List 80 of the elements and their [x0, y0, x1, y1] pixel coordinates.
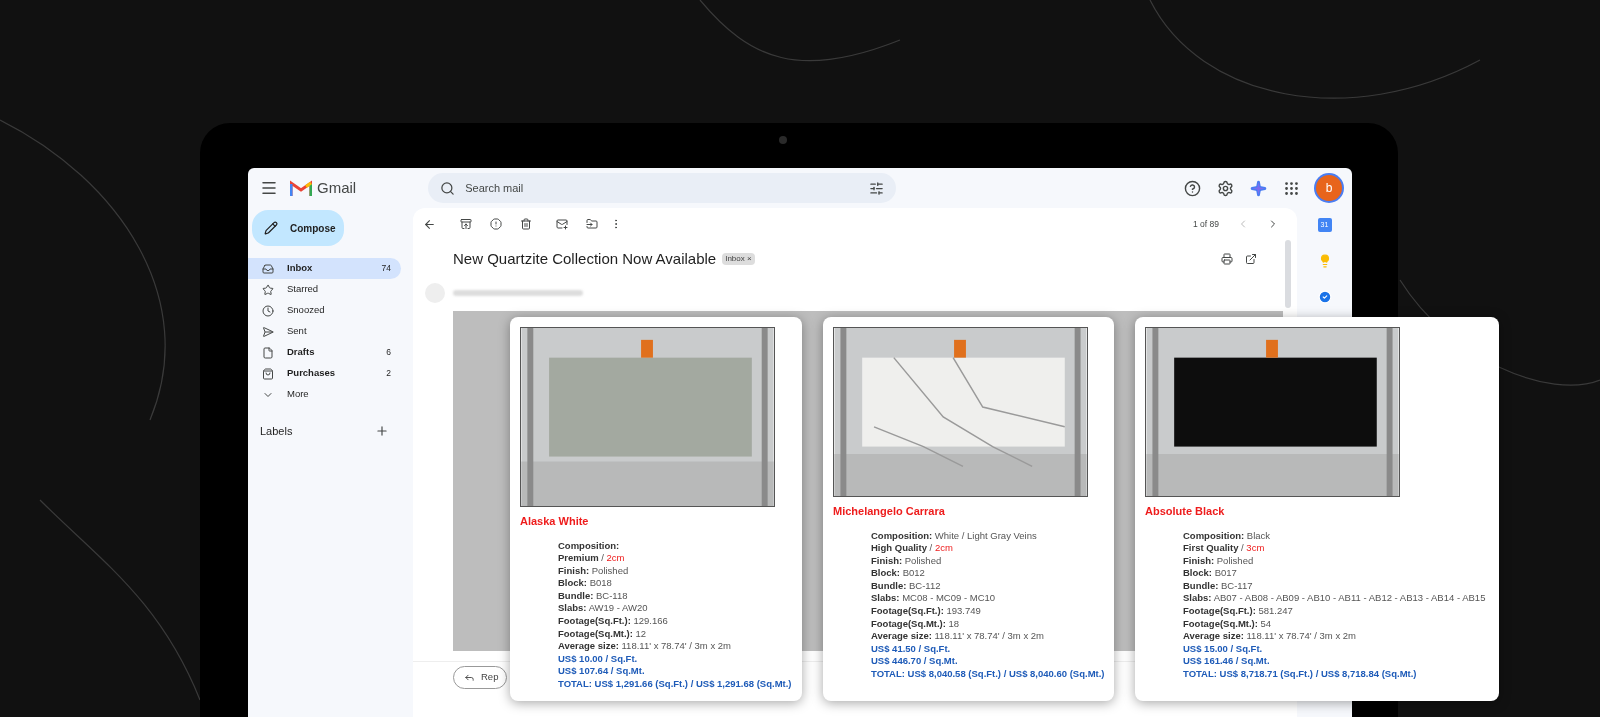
detail-line: Block: B017 [1183, 567, 1238, 580]
product-name: Absolute Black [1145, 504, 1226, 519]
send-icon [262, 325, 274, 338]
inbox-chip[interactable]: Inbox × [722, 253, 755, 266]
apps-icon[interactable] [1283, 179, 1300, 197]
price-line: US$ 107.64 / Sq.Mt. [558, 665, 646, 679]
grade-line: High Quality / 2cm [871, 542, 954, 555]
detail-line: Composition: Black [1183, 529, 1272, 543]
detail-line: Slabs: AW19 - AW20 [558, 602, 649, 616]
print-icon[interactable] [1221, 253, 1233, 266]
folder-item[interactable]: Purchases 2 [248, 363, 401, 384]
star-icon [262, 283, 274, 296]
bag-icon [262, 367, 274, 380]
detail-line: Footage(Sq.Mt.): 18 [871, 617, 961, 631]
trash-icon[interactable] [520, 218, 532, 230]
alert-icon[interactable] [490, 218, 502, 230]
folder-item[interactable]: Inbox 74 [248, 258, 401, 279]
search-icon [440, 180, 456, 196]
price-line: TOTAL: US$ 8,040.58 (Sq.Ft.) / US$ 8,040.60 (Sq.Mt.) [871, 668, 1104, 681]
product-name: Alaska White [520, 514, 590, 529]
detail-line: Footage(Sq.Ft.): 129.166 [558, 615, 669, 628]
detail-line: Finish: Polished [871, 554, 943, 568]
price-line: TOTAL: US$ 1,291.66 (Sq.Ft.) / US$ 1,291.68 (Sq.Mt.) [558, 678, 792, 691]
price-line: US$ 161.46 / Sq.Mt. [1183, 655, 1271, 669]
open-external-icon[interactable] [1245, 253, 1257, 266]
price-line: US$ 15.00 / Sq.Ft. [1183, 642, 1264, 656]
detail-line: Footage(Sq.Ft.): 193.749 [871, 605, 982, 618]
detail-line: Footage(Sq.Ft.): 581.247 [1183, 605, 1294, 618]
folder-item[interactable]: Drafts 6 [248, 342, 401, 363]
pencil-icon [264, 221, 278, 235]
clock-icon [262, 304, 274, 317]
folder-item[interactable]: Snoozed [248, 300, 401, 321]
detail-line: Slabs: AB07 - AB08 - AB09 - AB10 - AB11 - AB12 - AB13 - AB14 - AB15 [1183, 592, 1487, 606]
detail-line: Average size: 118.11' x 78.74' / 3m x 2m [558, 640, 732, 653]
inbox-icon [262, 262, 274, 275]
compose-button[interactable]: Compose [252, 210, 344, 246]
folder-item[interactable]: Starred [248, 279, 401, 300]
product-name: Michelangelo Carrara [833, 504, 946, 519]
file-icon [262, 346, 274, 359]
price-line: US$ 41.50 / Sq.Ft. [871, 642, 952, 656]
detail-line: Block: B018 [558, 577, 613, 590]
detail-line: Composition: [558, 539, 621, 553]
search-input[interactable]: Search mail [465, 179, 870, 197]
detail-line: Footage(Sq.Mt.): 12 [558, 627, 648, 641]
detail-line: Composition: White / Light Gray Veins [871, 529, 1038, 543]
help-icon[interactable] [1184, 179, 1201, 197]
detail-line: Average size: 118.11' x 78.74' / 3m x 2m [1183, 630, 1357, 643]
menu-icon[interactable] [260, 179, 278, 197]
back-icon[interactable] [423, 217, 436, 231]
detail-line: Finish: Polished [558, 564, 630, 578]
detail-line: Bundle: BC-117 [1183, 579, 1254, 593]
gmail-logo-icon [290, 179, 312, 197]
detail-line: Slabs: MC08 - MC09 - MC10 [871, 592, 997, 606]
folder-item[interactable]: More [248, 384, 401, 405]
email-subject: New Quartzite Collection Now Available [453, 249, 717, 269]
search-field[interactable]: Search mail [428, 173, 897, 203]
detail-line: Block: B012 [871, 567, 926, 580]
detail-line: Average size: 118.11' x 78.74' / 3m x 2m [871, 630, 1045, 643]
archive-icon[interactable] [460, 218, 472, 230]
price-line: TOTAL: US$ 8,718.71 (Sq.Ft.) / US$ 8,718.84 (Sq.Mt.) [1183, 668, 1418, 681]
detail-line: Bundle: BC-118 [558, 589, 629, 603]
folder-icon[interactable] [586, 218, 598, 230]
folder-item[interactable]: Sent [248, 321, 401, 342]
filter-icon[interactable] [869, 180, 885, 196]
price-line: US$ 446.70 / Sq.Mt. [871, 655, 959, 669]
detail-line: Bundle: BC-112 [871, 579, 942, 593]
pager-text: 1 of 89 [1193, 217, 1219, 231]
grade-line: First Quality / 3cm [1183, 542, 1266, 555]
sparkle-icon[interactable] [1250, 179, 1267, 197]
grade-line: Premium / 2cm [558, 552, 626, 565]
price-line: US$ 10.00 / Sq.Ft. [558, 652, 639, 666]
scrollbar [1285, 240, 1291, 308]
plus-icon[interactable] [375, 424, 389, 439]
detail-line: Footage(Sq.Mt.): 54 [1183, 617, 1273, 631]
app-name: Gmail [317, 177, 357, 198]
check-icon[interactable] [1317, 290, 1332, 304]
detail-line: Finish: Polished [1183, 554, 1255, 568]
mail-icon[interactable] [556, 218, 568, 230]
labels-heading: Labels [260, 424, 293, 439]
settings-icon[interactable] [1217, 179, 1234, 197]
